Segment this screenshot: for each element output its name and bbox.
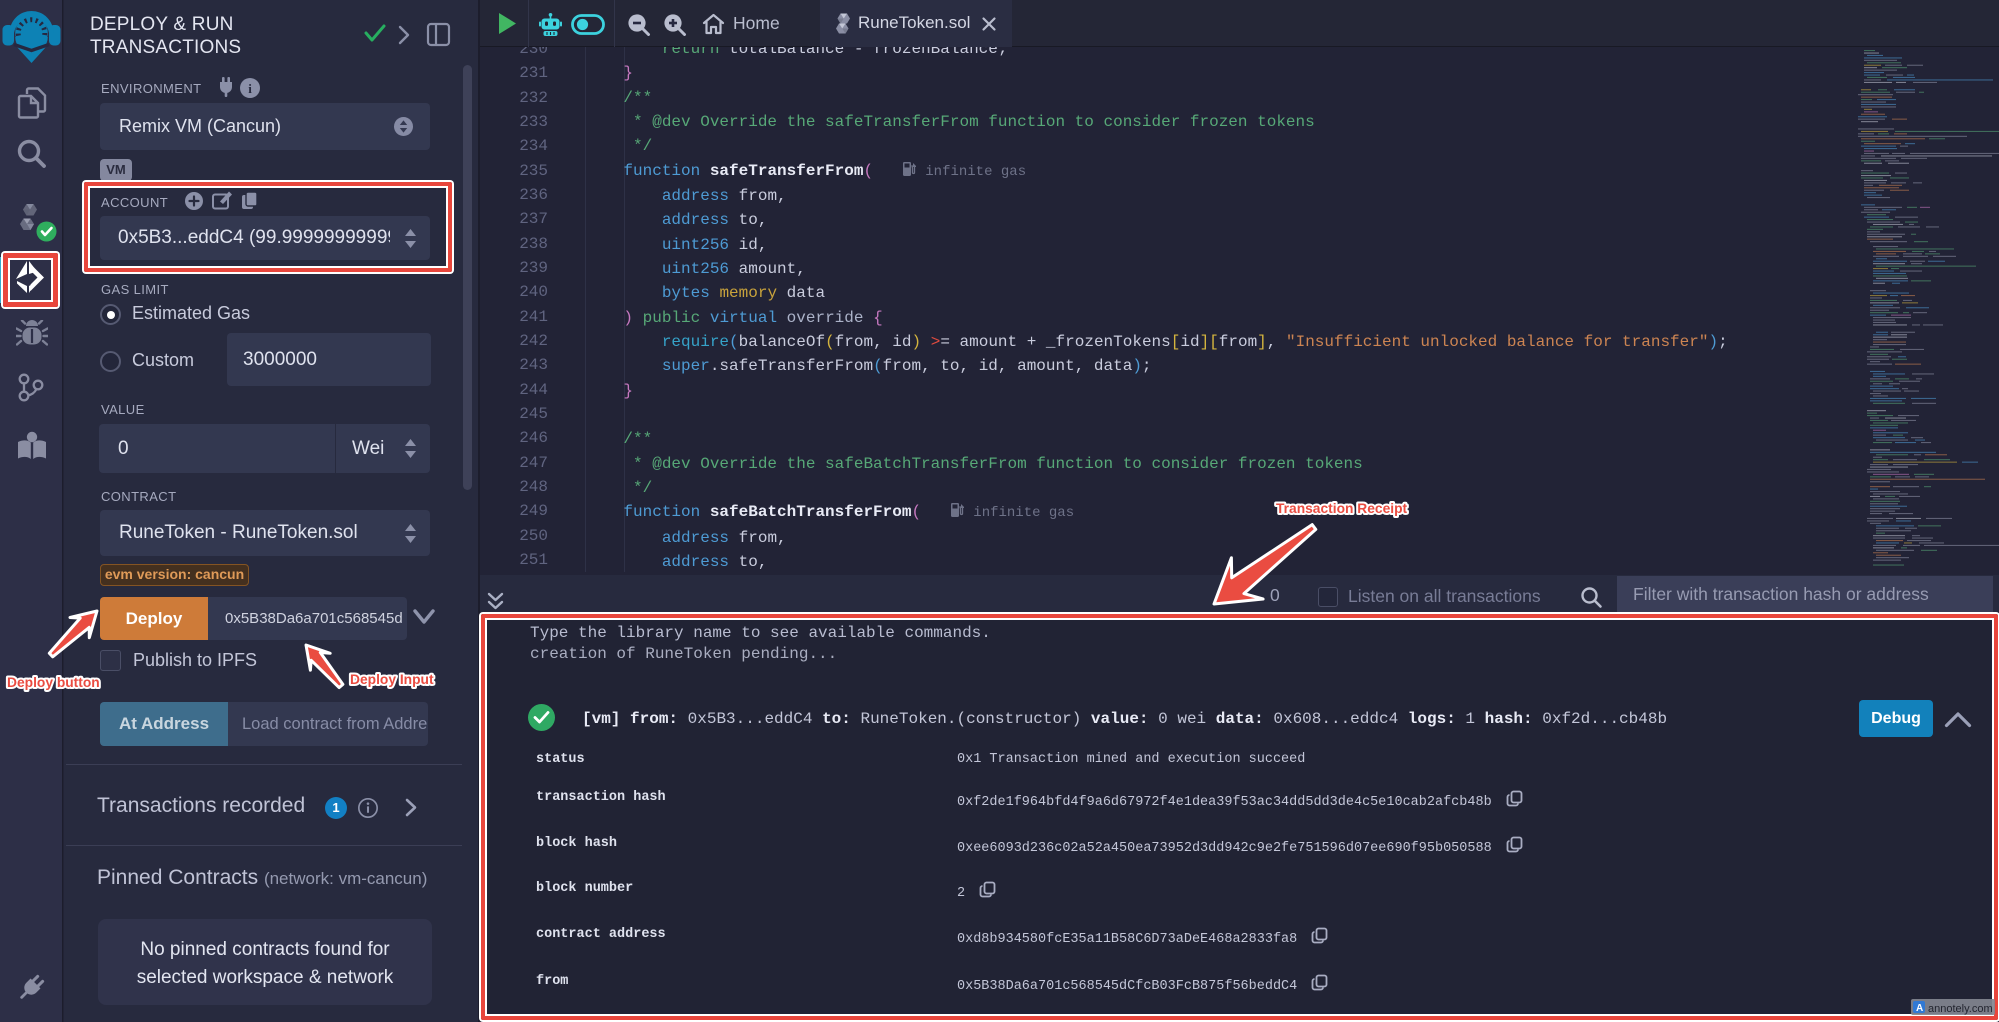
svg-text:A: A — [1916, 1003, 1923, 1014]
svg-text:Deploy button: Deploy button — [7, 675, 100, 690]
svg-text:Deploy Input: Deploy Input — [350, 672, 434, 687]
svg-text:annotely.com: annotely.com — [1928, 1003, 1993, 1015]
svg-text:Transaction Receipt: Transaction Receipt — [1276, 501, 1408, 516]
